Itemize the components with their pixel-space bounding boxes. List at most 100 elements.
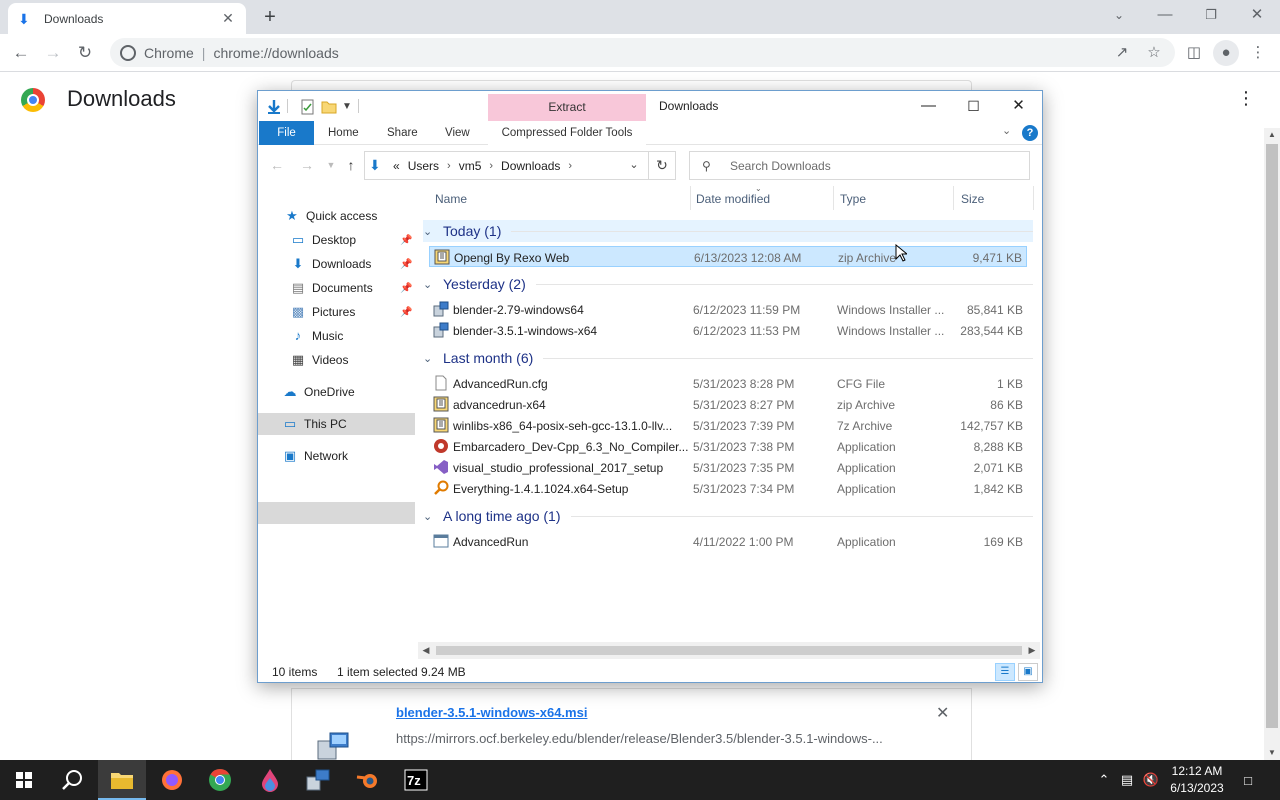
file-row[interactable]: visual_studio_professional_2017_setup 5/… <box>429 457 1027 478</box>
tab-view[interactable]: View <box>435 121 480 145</box>
tray-overflow-icon[interactable]: ⌃ <box>1094 760 1114 800</box>
tab-file[interactable]: File <box>259 121 314 145</box>
minimize-button[interactable]: — <box>1142 0 1188 32</box>
column-divider[interactable] <box>833 186 834 210</box>
nav-downloads[interactable]: ⬇ Downloads 📌 <box>258 253 415 275</box>
bookmark-star-icon[interactable]: ☆ <box>1141 38 1167 67</box>
new-tab-button[interactable]: + <box>258 6 282 28</box>
chevron-down-icon[interactable]: ⌄ <box>423 278 437 291</box>
scroll-up-icon[interactable]: ▲ <box>1264 128 1280 142</box>
tab-compressed-folder-tools[interactable]: Compressed Folder Tools <box>488 121 646 145</box>
file-row[interactable]: AdvancedRun.cfg 5/31/2023 8:28 PM CFG Fi… <box>429 373 1027 394</box>
scrollbar-thumb[interactable] <box>436 646 1022 655</box>
chevron-right-icon[interactable]: › <box>489 160 493 172</box>
nav-desktop[interactable]: ▭ Desktop 📌 <box>258 229 415 251</box>
column-type[interactable]: Type <box>840 192 866 206</box>
file-row[interactable]: blender-2.79-windows64 6/12/2023 11:59 P… <box>429 299 1027 320</box>
nav-this-pc[interactable]: ▭ This PC <box>258 413 415 435</box>
ribbon-expand-icon[interactable]: ⌄ <box>1002 124 1011 137</box>
notifications-icon[interactable]: □ <box>1236 760 1260 800</box>
pin-icon[interactable]: 📌 <box>400 307 412 318</box>
details-view-icon[interactable]: ☰ <box>995 663 1015 681</box>
share-icon[interactable]: ↗ <box>1109 38 1135 67</box>
search-button[interactable] <box>48 760 96 800</box>
breadcrumb-downloads[interactable]: Downloads <box>501 159 560 173</box>
taskbar-chrome[interactable] <box>196 760 244 800</box>
file-row[interactable]: blender-3.5.1-windows-x64 6/12/2023 11:5… <box>429 320 1027 341</box>
nav-music[interactable]: ♪ Music <box>258 325 415 347</box>
chevron-down-icon[interactable]: ⌄ <box>423 225 437 238</box>
new-folder-icon[interactable] <box>321 99 337 115</box>
recent-locations-icon[interactable]: ▼ <box>322 156 340 174</box>
forward-button[interactable]: → <box>40 40 66 66</box>
clock[interactable]: 12:12 AM 6/13/2023 <box>1162 763 1232 797</box>
file-row[interactable]: Embarcadero_Dev-Cpp_6.3_No_Compiler... 5… <box>429 436 1027 457</box>
close-window-button[interactable]: ✕ <box>1234 0 1280 32</box>
start-button[interactable] <box>0 760 48 800</box>
column-date-modified[interactable]: Date modified <box>696 192 770 206</box>
restore-button[interactable]: ❐ <box>1188 0 1234 32</box>
explorer-back-button[interactable]: ← <box>268 156 286 174</box>
chevron-down-icon[interactable]: ⌄ <box>423 352 437 365</box>
chevron-right-icon[interactable]: › <box>447 160 451 172</box>
nav-documents[interactable]: ▤ Documents 📌 <box>258 277 415 299</box>
properties-icon[interactable] <box>300 99 316 115</box>
taskbar-paint[interactable] <box>246 760 294 800</box>
tab-downloads[interactable]: ⬇ Downloads ✕ <box>8 3 246 34</box>
pin-icon[interactable]: 📌 <box>400 259 412 270</box>
tab-home[interactable]: Home <box>318 121 369 145</box>
column-divider[interactable] <box>1033 186 1034 210</box>
nav-network[interactable]: ▣ Network <box>258 445 415 467</box>
nav-videos[interactable]: ▦ Videos <box>258 349 415 371</box>
tab-share[interactable]: Share <box>377 121 428 145</box>
nav-pictures[interactable]: ▩ Pictures 📌 <box>258 301 415 323</box>
group-header-yesterday[interactable]: ⌄ Yesterday (2) <box>423 273 1033 295</box>
column-divider[interactable] <box>953 186 954 210</box>
pin-icon[interactable]: 📌 <box>400 283 412 294</box>
scrollbar-thumb[interactable] <box>1266 144 1278 728</box>
taskbar-file-explorer[interactable] <box>98 760 146 800</box>
large-icons-view-icon[interactable]: ▣ <box>1018 663 1038 681</box>
file-row[interactable]: winlibs-x86_64-posix-seh-gcc-13.1.0-llv.… <box>429 415 1027 436</box>
file-row[interactable]: AdvancedRun 4/11/2022 1:00 PM Applicatio… <box>429 531 1027 552</box>
up-button[interactable]: ↑ <box>342 156 360 174</box>
nav-onedrive[interactable]: ☁ OneDrive <box>258 381 415 403</box>
extract-context-tab[interactable]: Extract <box>488 94 646 121</box>
taskbar-7zip[interactable]: 7z <box>392 760 440 800</box>
side-panel-icon[interactable]: ◫ <box>1181 40 1207 66</box>
close-tab-icon[interactable]: ✕ <box>220 10 236 27</box>
file-row[interactable]: advancedrun-x64 5/31/2023 8:27 PM zip Ar… <box>429 394 1027 415</box>
taskbar-installer[interactable] <box>294 760 342 800</box>
scroll-right-icon[interactable]: ▶ <box>1024 642 1040 659</box>
scroll-left-icon[interactable]: ◀ <box>418 642 434 659</box>
network-tray-icon[interactable]: ▤ <box>1116 760 1138 800</box>
search-input[interactable]: ⚲ Search Downloads <box>689 151 1030 180</box>
group-header-today[interactable]: ⌄ Today (1) <box>423 220 1033 242</box>
scroll-down-icon[interactable]: ▼ <box>1264 746 1280 760</box>
breadcrumb-vm5[interactable]: vm5 <box>459 159 482 173</box>
tab-search-icon[interactable]: ⌄ <box>1096 0 1142 32</box>
help-icon[interactable]: ? <box>1022 125 1038 141</box>
remove-download-icon[interactable]: ✕ <box>936 703 949 723</box>
group-header-last-month[interactable]: ⌄ Last month (6) <box>423 347 1033 369</box>
back-button[interactable]: ← <box>8 40 34 66</box>
address-dropdown-icon[interactable]: ⌄ <box>624 151 644 180</box>
breadcrumb-users[interactable]: Users <box>408 159 439 173</box>
taskbar-blender[interactable] <box>344 760 392 800</box>
reload-button[interactable]: ↻ <box>72 40 98 66</box>
horizontal-scrollbar[interactable]: ◀ ▶ <box>418 642 1040 659</box>
file-row[interactable]: Everything-1.4.1.1024.x64-Setup 5/31/202… <box>429 478 1027 499</box>
group-header-long-ago[interactable]: ⌄ A long time ago (1) <box>423 505 1033 527</box>
chrome-menu-icon[interactable]: ⋮ <box>1245 40 1271 66</box>
quick-access-dropdown-icon[interactable]: ▼ <box>342 99 358 115</box>
breadcrumb-overflow[interactable]: « <box>393 159 400 173</box>
refresh-button[interactable]: ↻ <box>648 151 676 180</box>
explorer-maximize-button[interactable]: ☐ <box>951 91 996 121</box>
explorer-minimize-button[interactable]: — <box>906 91 951 121</box>
profile-avatar[interactable]: ● <box>1213 40 1239 66</box>
file-row[interactable]: Opengl By Rexo Web 6/13/2023 12:08 AM zi… <box>429 246 1027 267</box>
chevron-right-icon[interactable]: › <box>568 160 572 172</box>
explorer-forward-button[interactable]: → <box>298 156 316 174</box>
chevron-down-icon[interactable]: ⌄ <box>423 510 437 523</box>
explorer-close-button[interactable]: ✕ <box>996 91 1041 121</box>
